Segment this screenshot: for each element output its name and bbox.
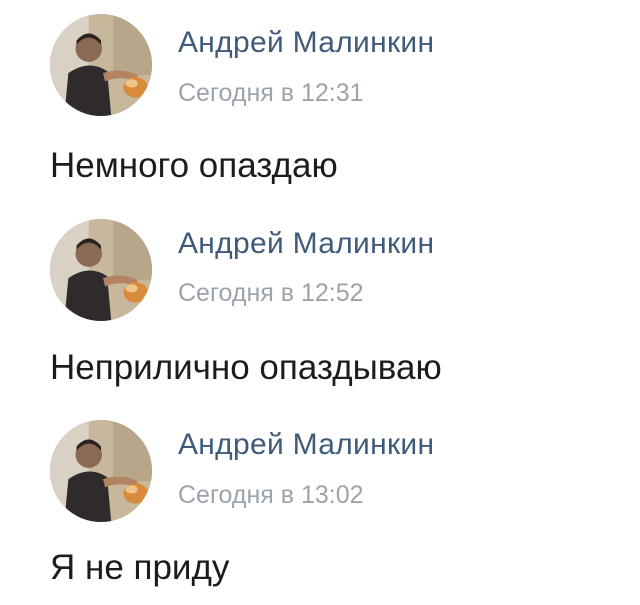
avatar[interactable]: [50, 420, 152, 522]
post-message: Немного опаздаю: [50, 146, 338, 185]
author-name[interactable]: Андрей Малинкин: [178, 227, 434, 261]
message-feed: Андрей Малинкин Сегодня в 12:31 Немного …: [0, 0, 640, 605]
post-timestamp[interactable]: Сегодня в 12:52: [178, 279, 364, 308]
post-timestamp[interactable]: Сегодня в 12:31: [178, 79, 364, 108]
post-message: Неприлично опаздываю: [50, 348, 442, 387]
user-photo-avatar-icon: [50, 420, 152, 522]
author-name[interactable]: Андрей Малинкин: [178, 26, 434, 60]
user-photo-avatar-icon: [50, 219, 152, 321]
user-photo-avatar-icon: [50, 14, 152, 116]
avatar[interactable]: [50, 219, 152, 321]
post-message: Я не приду: [50, 548, 230, 587]
author-name[interactable]: Андрей Малинкин: [178, 428, 434, 462]
avatar[interactable]: [50, 14, 152, 116]
post-timestamp[interactable]: Сегодня в 13:02: [178, 481, 364, 510]
